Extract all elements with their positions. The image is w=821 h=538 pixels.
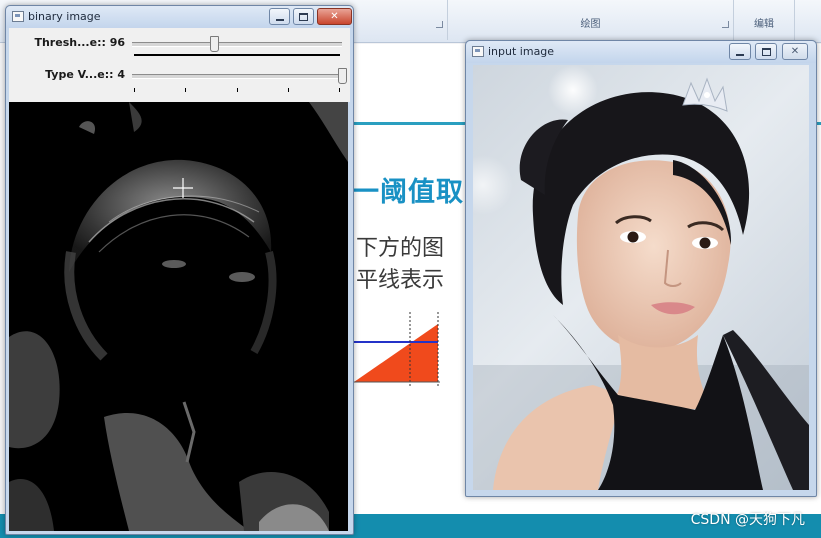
close-icon: ✕: [330, 10, 339, 22]
window-title: binary image: [28, 10, 101, 23]
window-titlebar[interactable]: input image ✕: [466, 41, 816, 63]
maximize-button[interactable]: [293, 8, 314, 25]
slide-title: 一阈值取: [352, 177, 464, 208]
input-image-canvas[interactable]: [473, 65, 809, 490]
ribbon-group-editing: 编辑: [734, 0, 795, 40]
close-button[interactable]: ✕: [782, 43, 808, 60]
type-trackbar-tick: [339, 88, 340, 92]
input-image-window[interactable]: input image ✕: [465, 40, 817, 497]
close-icon: ✕: [790, 45, 800, 57]
close-button[interactable]: ✕: [317, 8, 352, 25]
slide-threshold-figure: [354, 312, 440, 386]
threshold-trackbar-scale: [134, 54, 340, 56]
dress-region: [104, 413, 249, 531]
threshold-trackbar-track[interactable]: [132, 42, 342, 47]
type-trackbar-tick: [288, 88, 289, 92]
window-titlebar[interactable]: binary image ✕: [6, 6, 353, 28]
eye-left: [627, 231, 639, 243]
type-trackbar-track[interactable]: [132, 74, 342, 79]
minimize-icon: [275, 18, 284, 21]
input-image-picture: [473, 65, 809, 490]
window-title: input image: [488, 45, 555, 58]
trackbar-panel: Thresh...e:: 96 Type V...e:: 4: [9, 28, 350, 102]
threshold-trackbar-label: Thresh...e:: 96: [34, 36, 125, 49]
threshold-trackbar-thumb[interactable]: [210, 36, 219, 52]
maximize-button[interactable]: [755, 43, 777, 60]
minimize-button[interactable]: [729, 43, 751, 60]
type-trackbar-label: Type V...e:: 4: [45, 68, 125, 81]
type-trackbar-thumb[interactable]: [338, 68, 347, 84]
eye-left: [162, 260, 186, 268]
ribbon-launcher-icon[interactable]: [436, 21, 443, 28]
binary-image-canvas[interactable]: [9, 102, 348, 531]
ribbon-launcher-icon[interactable]: [722, 21, 729, 28]
binary-image-picture: [9, 102, 348, 531]
ribbon-group-label: 编辑: [754, 19, 774, 30]
minimize-icon: [736, 53, 744, 56]
type-trackbar-tick: [134, 88, 135, 92]
maximize-icon: [761, 47, 771, 56]
ribbon-group-drawing: 绘图: [448, 0, 734, 40]
binary-image-window[interactable]: binary image ✕ Thresh...e:: 96 Type V...…: [5, 5, 354, 535]
slide-text-line: 平线表示: [356, 268, 445, 293]
watermark: CSDN @天狗下凡: [690, 512, 805, 528]
minimize-button[interactable]: [269, 8, 290, 25]
shoulder-left: [9, 331, 60, 449]
slide-text-line: 下方的图: [356, 236, 445, 261]
eye-right: [699, 237, 711, 249]
type-trackbar-tick: [185, 88, 186, 92]
ribbon-group-label: 绘图: [580, 19, 601, 30]
maximize-icon: [299, 12, 308, 21]
window-app-icon: [12, 11, 24, 22]
type-trackbar-tick: [237, 88, 238, 92]
eye-right: [229, 272, 255, 282]
window-app-icon: [472, 46, 484, 57]
